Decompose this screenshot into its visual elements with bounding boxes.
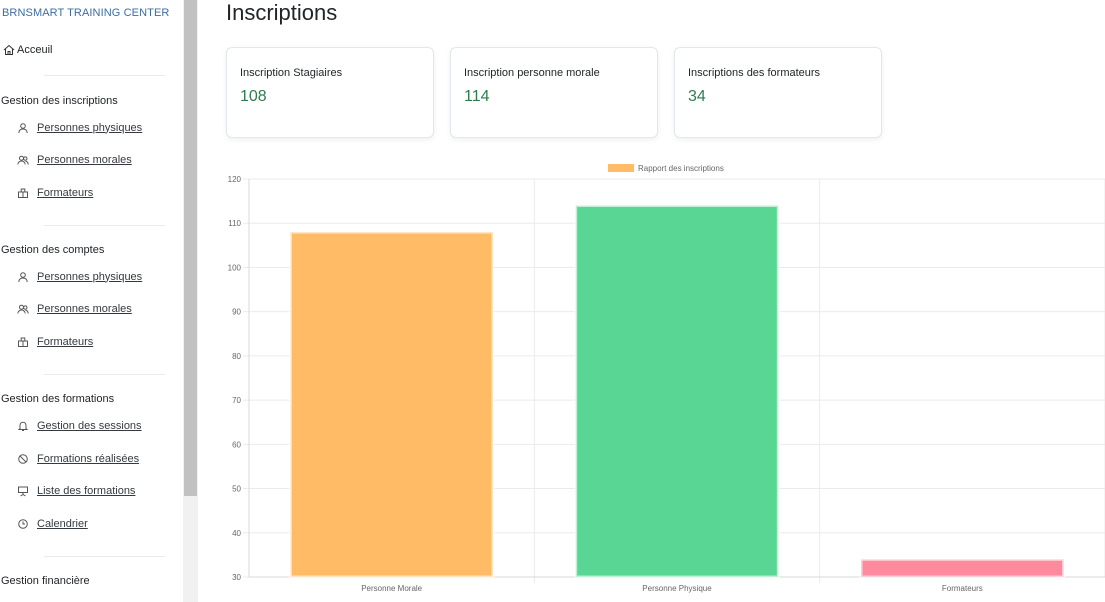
sidebar-item-comptes-formateurs[interactable]: Formateurs bbox=[16, 335, 93, 348]
home-icon bbox=[2, 43, 15, 56]
sidebar-item-inscriptions-personnes-morales[interactable]: Personnes morales bbox=[16, 153, 132, 166]
y-tick-label: 110 bbox=[228, 219, 241, 228]
divider bbox=[44, 374, 165, 375]
bell-icon bbox=[16, 419, 29, 432]
brand-title[interactable]: BRNSMART TRAINING CENTER bbox=[2, 7, 169, 19]
bar-personne-physique bbox=[574, 204, 780, 579]
x-tick-label: Personne Morale bbox=[361, 584, 422, 593]
sidebar-scrollbar-thumb[interactable] bbox=[184, 0, 197, 496]
sidebar-item-calendrier[interactable]: Calendrier bbox=[16, 517, 88, 530]
stat-card-title: Inscription Stagiaires bbox=[240, 67, 343, 79]
stat-card-value: 108 bbox=[240, 88, 267, 105]
sidebar-item-inscriptions-formateurs[interactable]: Formateurs bbox=[16, 186, 93, 199]
sidebar-item-label: Personnes morales bbox=[37, 153, 132, 166]
clock-icon bbox=[16, 517, 29, 530]
divider bbox=[44, 225, 165, 226]
users-icon bbox=[16, 153, 29, 166]
y-tick-label: 40 bbox=[232, 529, 241, 538]
presentation-icon bbox=[16, 484, 29, 497]
sidebar-item-comptes-personnes-morales[interactable]: Personnes morales bbox=[16, 302, 132, 315]
stat-card-stagiaires: Inscription Stagiaires 108 bbox=[226, 47, 434, 138]
divider bbox=[44, 556, 165, 557]
briefcase-icon bbox=[16, 335, 29, 348]
stat-card-personne-morale: Inscription personne morale 114 bbox=[450, 47, 658, 138]
users-icon bbox=[16, 302, 29, 315]
y-tick-label: 50 bbox=[232, 485, 241, 494]
stat-card-formateurs: Inscriptions des formateurs 34 bbox=[674, 47, 882, 138]
sidebar-item-label: Calendrier bbox=[37, 517, 88, 530]
stat-card-value: 34 bbox=[688, 88, 706, 105]
section-title-inscriptions: Gestion des inscriptions bbox=[1, 95, 118, 107]
sidebar-item-comptes-personnes-physiques[interactable]: Personnes physiques bbox=[16, 270, 142, 283]
badge-icon bbox=[16, 452, 29, 465]
stat-card-title: Inscriptions des formateurs bbox=[688, 67, 821, 79]
y-tick-label: 60 bbox=[232, 440, 241, 449]
stat-card-title: Inscription personne morale bbox=[464, 67, 600, 79]
sidebar-item-label: Personnes physiques bbox=[37, 121, 143, 134]
user-icon bbox=[16, 270, 29, 283]
sidebar-item-inscriptions-personnes-physiques[interactable]: Personnes physiques bbox=[16, 121, 142, 134]
sidebar-item-label: Formateurs bbox=[37, 186, 94, 199]
page-title: Inscriptions bbox=[226, 0, 338, 25]
user-icon bbox=[16, 121, 29, 134]
inscriptions-bar-chart: Rapport des inscriptions 30 40 50 60 70 80 90 10… bbox=[228, 164, 1105, 593]
main-content: Inscriptions Inscription Stagiaires 108 … bbox=[198, 0, 1105, 602]
y-tick-label: 30 bbox=[232, 573, 241, 582]
sidebar-home-label: Acceuil bbox=[17, 43, 53, 56]
bar-formateurs bbox=[859, 557, 1066, 579]
y-tick-label: 100 bbox=[228, 263, 242, 272]
legend-label: Rapport des inscriptions bbox=[638, 164, 724, 173]
stat-card-value: 114 bbox=[464, 88, 490, 105]
sidebar-item-label: Personnes physiques bbox=[37, 270, 143, 283]
section-title-formations: Gestion des formations bbox=[1, 393, 115, 405]
sidebar-item-label: Personnes morales bbox=[37, 302, 132, 315]
sidebar-item-label: Formations réalisées bbox=[37, 452, 140, 465]
sidebar-item-label: Formateurs bbox=[37, 335, 94, 348]
briefcase-icon bbox=[16, 186, 29, 199]
sidebar-item-home[interactable]: Acceuil bbox=[2, 43, 52, 56]
sidebar-item-gestion-des-sessions[interactable]: Gestion des sessions bbox=[16, 419, 142, 432]
section-title-comptes: Gestion des comptes bbox=[1, 244, 105, 256]
legend-swatch bbox=[608, 164, 634, 172]
y-tick-label: 80 bbox=[232, 352, 241, 361]
section-title-financiere: Gestion financière bbox=[1, 575, 90, 587]
x-tick-label: Personne Physique bbox=[642, 584, 712, 593]
sidebar-item-formations-realisees[interactable]: Formations réalisées bbox=[16, 452, 139, 465]
sidebar-item-liste-des-formations[interactable]: Liste des formations bbox=[16, 484, 135, 497]
y-tick-label: 70 bbox=[232, 396, 241, 405]
sidebar: BRNSMART TRAINING CENTER Acceuil Gestion… bbox=[0, 0, 183, 602]
bar-personne-morale bbox=[288, 230, 495, 579]
sidebar-item-label: Liste des formations bbox=[37, 484, 136, 497]
divider bbox=[44, 75, 165, 76]
y-tick-label: 90 bbox=[232, 308, 241, 317]
sidebar-item-label: Gestion des sessions bbox=[37, 419, 142, 432]
y-tick-label: 120 bbox=[228, 175, 242, 184]
x-tick-label: Formateurs bbox=[942, 584, 983, 593]
